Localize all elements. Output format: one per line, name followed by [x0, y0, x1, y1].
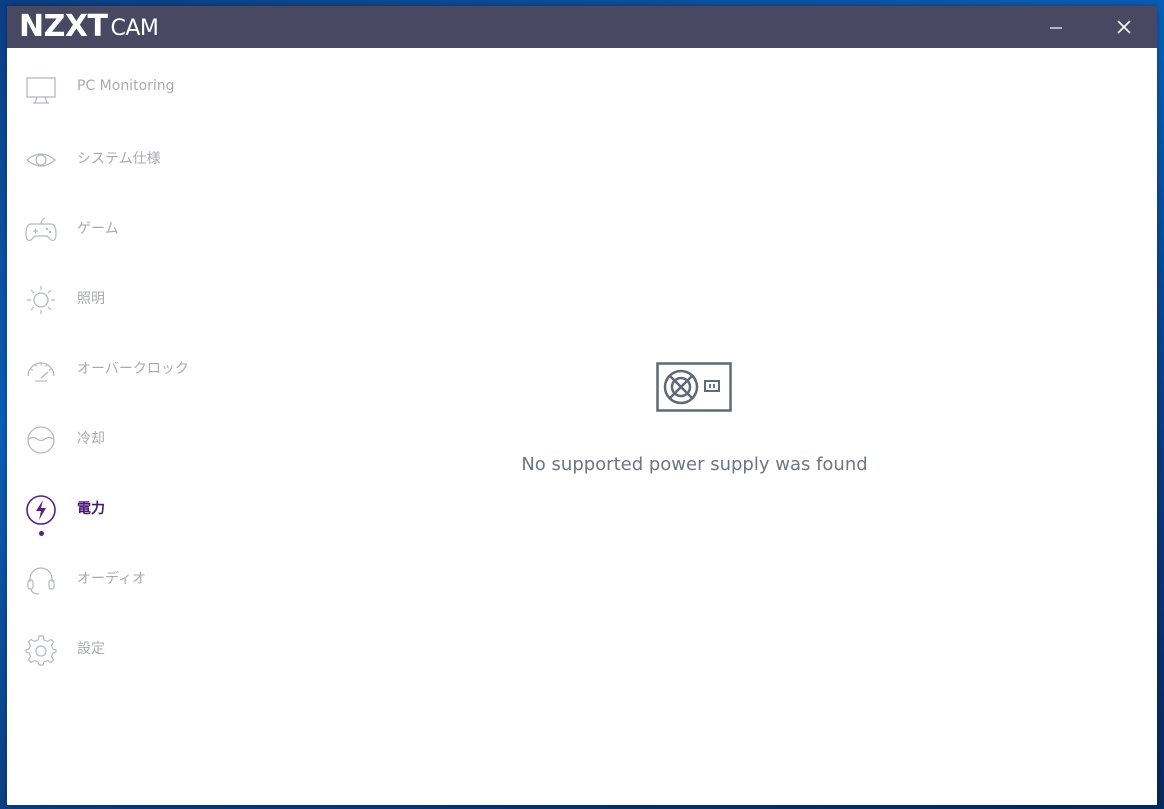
- sidebar-item-label: オーディオ: [77, 571, 147, 587]
- sidebar-item-lighting[interactable]: 照明: [7, 264, 267, 334]
- sidebar-item-settings[interactable]: 設定: [7, 614, 267, 684]
- titlebar[interactable]: NZXT CAM: [7, 6, 1157, 48]
- sidebar-item-label: PC Monitoring: [77, 78, 175, 94]
- app-window: NZXT CAM PC Monitoring システム仕様 ゲーム 照明 オーバ…: [7, 6, 1157, 805]
- sidebar-item-label: 照明: [77, 291, 105, 307]
- sidebar-item-label: 電力: [77, 501, 105, 517]
- app-logo: NZXT CAM: [19, 9, 159, 44]
- monitor-icon: [26, 77, 56, 104]
- headset-icon: [27, 567, 55, 595]
- sidebar-item-power[interactable]: 電力: [7, 474, 267, 544]
- close-button[interactable]: [1101, 6, 1147, 48]
- sun-icon: [27, 286, 55, 314]
- sidebar-item-label: 冷却: [77, 431, 105, 447]
- sidebar-item-games[interactable]: ゲーム: [7, 194, 267, 264]
- active-indicator: [39, 531, 44, 536]
- sidebar-nav: PC Monitoring システム仕様 ゲーム 照明 オーバークロック 冷却 …: [7, 48, 267, 805]
- sidebar-item-label: 設定: [77, 641, 105, 657]
- sidebar-item-pc-monitoring[interactable]: PC Monitoring: [7, 54, 267, 124]
- sidebar-item-label: システム仕様: [77, 151, 161, 167]
- sidebar-item-cooling[interactable]: 冷却: [7, 404, 267, 474]
- sidebar-item-audio[interactable]: オーディオ: [7, 544, 267, 614]
- empty-state-message: No supported power supply was found: [521, 454, 868, 475]
- gamepad-icon: [25, 217, 57, 241]
- power-supply-icon: [656, 362, 732, 412]
- sidebar-item-overclock[interactable]: オーバークロック: [7, 334, 267, 404]
- close-icon: [1117, 20, 1131, 34]
- sidebar-item-label: ゲーム: [77, 221, 119, 237]
- main-content: No supported power supply was found: [267, 48, 1157, 805]
- brand-cam: CAM: [110, 16, 159, 41]
- minimize-icon: [1050, 27, 1062, 29]
- gear-icon: [25, 635, 57, 666]
- sidebar-item-label: オーバークロック: [77, 361, 189, 377]
- gauge-icon: [27, 362, 55, 382]
- sidebar-item-system-specs[interactable]: システム仕様: [7, 124, 267, 194]
- lightning-icon: [26, 495, 56, 525]
- eye-icon: [26, 153, 56, 167]
- minimize-button[interactable]: [1033, 6, 1079, 48]
- water-icon: [27, 426, 55, 454]
- brand-nzxt: NZXT: [19, 9, 108, 44]
